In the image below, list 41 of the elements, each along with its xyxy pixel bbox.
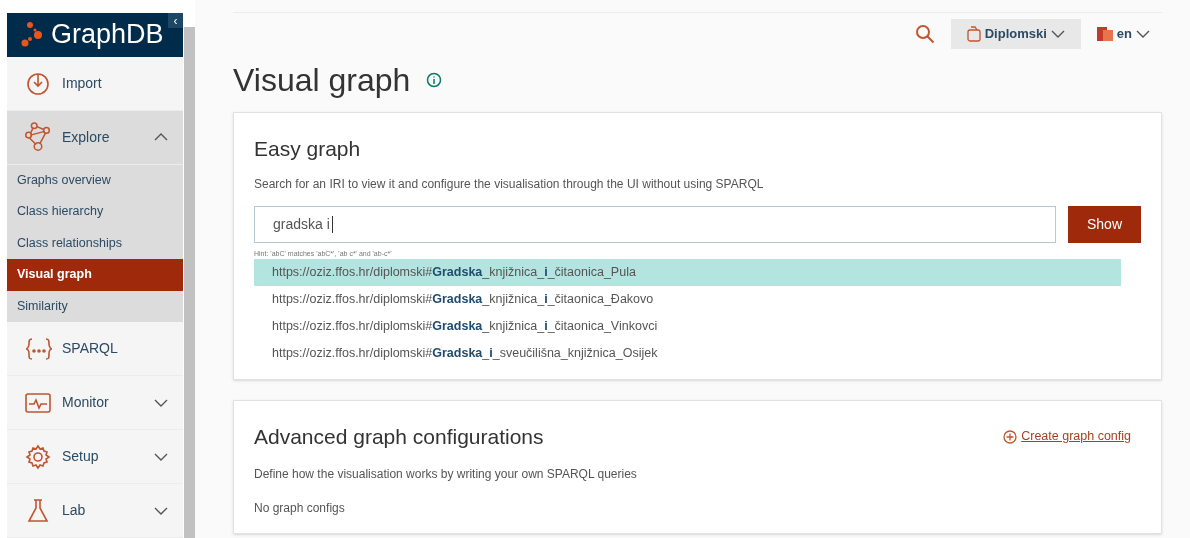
card-title: Advanced graph configurations bbox=[254, 424, 544, 450]
nav-item[interactable]: Monitor bbox=[7, 376, 183, 430]
info-icon[interactable] bbox=[426, 72, 443, 88]
suggestion-item[interactable]: https://oziz.ffos.hr/diplomski#Gradska_knjižnica_i_čitaonica_Vinkovci bbox=[254, 313, 1121, 340]
search-icon[interactable] bbox=[914, 23, 935, 44]
nav-subitem[interactable]: Graphs overview bbox=[7, 164, 183, 196]
card-title: Easy graph bbox=[254, 136, 362, 162]
nav-subitem[interactable]: Similarity bbox=[7, 290, 183, 322]
empty-state-text: No graph configs bbox=[254, 499, 346, 517]
repository-dropdown[interactable]: Diplomski bbox=[950, 18, 1081, 49]
nav-item[interactable]: Setup bbox=[7, 430, 183, 484]
iri-search-field[interactable]: gradska i bbox=[254, 205, 1056, 243]
nav-subitem[interactable]: Class hierarchy bbox=[7, 196, 183, 228]
database-icon bbox=[966, 25, 981, 42]
chevron-icon bbox=[154, 506, 168, 515]
language-dropdown[interactable]: en bbox=[1096, 23, 1158, 44]
suggestion-item[interactable]: https://oziz.ffos.hr/diplomski#Gradska_knjižnica_i_čitaonica_Pula bbox=[254, 259, 1121, 286]
nav-item[interactable]: Explore bbox=[7, 110, 183, 165]
page-title: Visual graph bbox=[233, 61, 411, 100]
nav-item[interactable]: Import bbox=[7, 56, 183, 111]
logo-text: GraphDB bbox=[51, 21, 164, 49]
card-description: Search for an IRI to view it and configure the visualisation through the UI without using SPARQL bbox=[254, 175, 765, 193]
nav-subitem[interactable]: Visual graph bbox=[7, 259, 183, 291]
chevron-icon bbox=[154, 398, 168, 407]
chevron-icon bbox=[154, 133, 168, 141]
show-button[interactable]: Show bbox=[1068, 205, 1141, 243]
scrollbar[interactable] bbox=[184, 27, 195, 538]
nav-item[interactable]: SPARQL bbox=[7, 322, 183, 376]
suggestion-item[interactable]: https://oziz.ffos.hr/diplomski#Gradska_i_sveučilišna_knjižnica_Osijek bbox=[254, 340, 1121, 367]
nav-item[interactable]: Lab bbox=[7, 484, 183, 538]
suggestion-item[interactable]: https://oziz.ffos.hr/diplomski#Gradska_knjižnica_i_čitaonica_Đakovo bbox=[254, 286, 1121, 313]
collapse-button[interactable]: ‹ bbox=[168, 13, 183, 28]
create-config-link[interactable]: Create graph config bbox=[1003, 427, 1131, 447]
chevron-icon bbox=[1050, 29, 1065, 38]
chevron-icon bbox=[1136, 29, 1150, 38]
chevron-icon bbox=[154, 452, 168, 461]
nav-subitem[interactable]: Class relationships bbox=[7, 227, 183, 259]
gear-icon bbox=[24, 442, 52, 471]
card-description: Define how the visualisation works by writing your own SPARQL queries bbox=[254, 465, 638, 483]
translate-icon bbox=[1096, 25, 1113, 42]
plus-circle-icon bbox=[1003, 429, 1018, 444]
